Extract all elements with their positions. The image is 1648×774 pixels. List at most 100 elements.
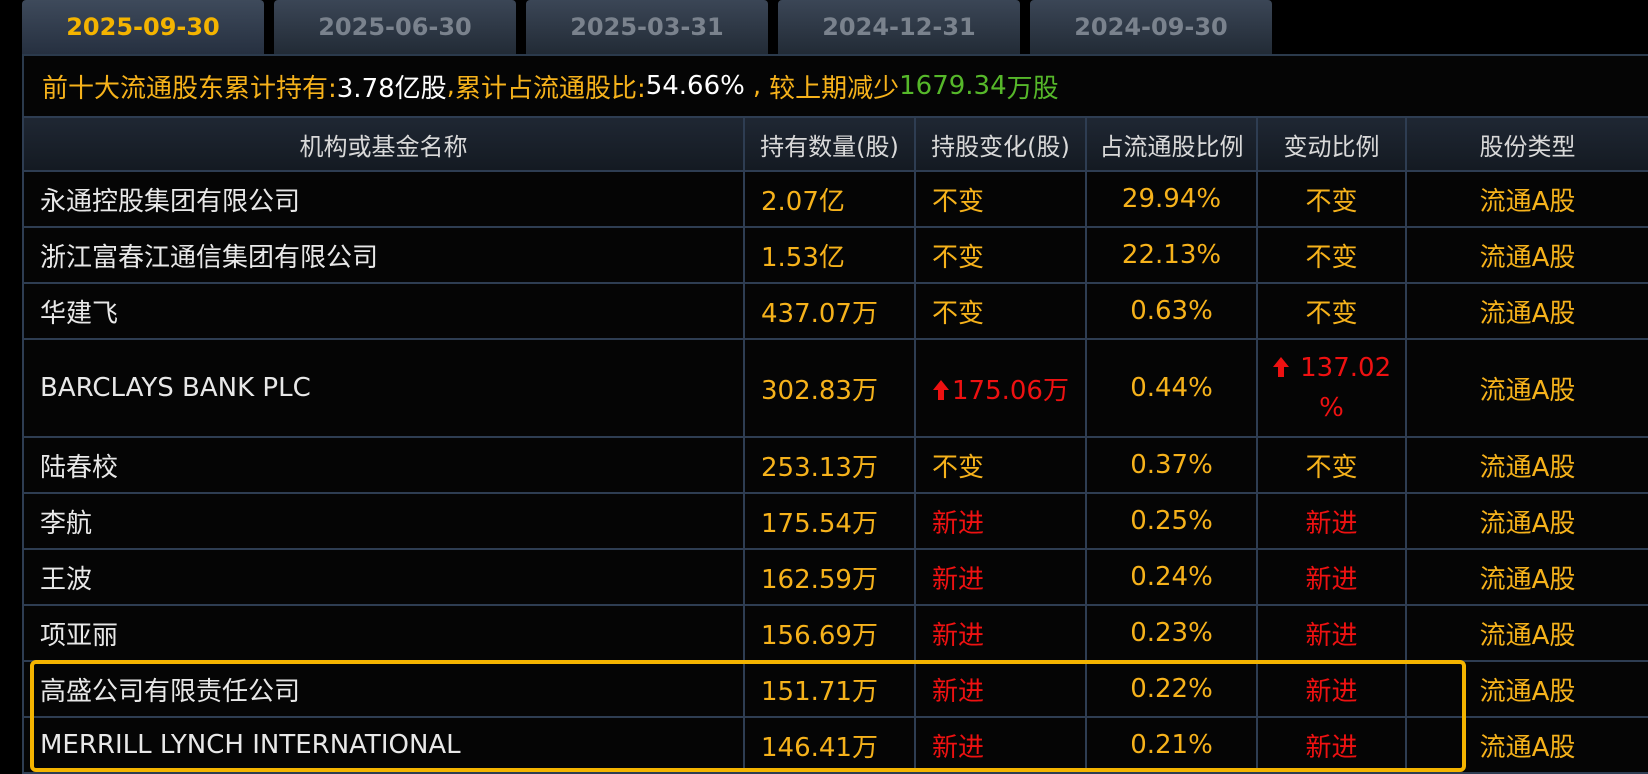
up-arrow-icon <box>1272 357 1289 377</box>
share-type: 流通A股 <box>1405 660 1648 718</box>
table-row: 王波 162.59万 新进 0.24% 新进 流通A股 <box>22 548 1648 606</box>
holding-ratio: 29.94% <box>1085 170 1258 228</box>
holder-name: 浙江富春江通信集团有限公司 <box>22 226 745 284</box>
change-ratio: 不变 <box>1256 282 1407 340</box>
summary-ratio-label: 累计占流通股比: <box>454 73 646 104</box>
holding-change: 新进 <box>914 604 1087 662</box>
share-type: 流通A股 <box>1405 436 1648 494</box>
table-row: 李航 175.54万 新进 0.25% 新进 流通A股 <box>22 492 1648 550</box>
holding-ratio: 0.21% <box>1085 716 1258 774</box>
change-ratio-value: 137.02 <box>1300 353 1392 383</box>
share-type: 流通A股 <box>1405 548 1648 606</box>
header-share-type: 股份类型 <box>1405 116 1648 172</box>
summary-hold-label: 前十大流通股东累计持有: <box>42 73 337 104</box>
share-type: 流通A股 <box>1405 492 1648 550</box>
change-ratio: 新进 <box>1256 492 1407 550</box>
summary-hold-value: 3.78亿股 <box>336 73 447 104</box>
holding-quantity: 437.07万 <box>743 282 916 340</box>
up-arrow-icon <box>933 379 949 400</box>
header-ratio: 占流通股比例 <box>1085 116 1258 172</box>
table-row: 陆春校 253.13万 不变 0.37% 不变 流通A股 <box>22 436 1648 494</box>
change-ratio: 新进 <box>1256 604 1407 662</box>
shareholder-table: 机构或基金名称 持有数量(股) 持股变化(股) 占流通股比例 变动比例 股份类型… <box>22 116 1648 774</box>
summary-bar: 前十大流通股东累计持有: 3.78亿股 , 累计占流通股比: 54.66% , … <box>22 54 1648 116</box>
summary-separator: , <box>752 71 762 101</box>
holding-quantity: 302.83万 <box>743 338 916 438</box>
tab-2025-03-31[interactable]: 2025-03-31 <box>526 0 768 54</box>
holding-change-cell: 175.06万 <box>914 338 1087 438</box>
share-type: 流通A股 <box>1405 604 1648 662</box>
summary-ratio-value: 54.66% <box>645 71 745 101</box>
tab-2025-09-30[interactable]: 2025-09-30 <box>22 0 264 54</box>
holder-name: BARCLAYS BANK PLC <box>22 338 745 438</box>
holding-change: 不变 <box>914 436 1087 494</box>
change-ratio-unit: % <box>1319 393 1344 423</box>
holding-quantity: 175.54万 <box>743 492 916 550</box>
table-row: 项亚丽 156.69万 新进 0.23% 新进 流通A股 <box>22 604 1648 662</box>
holder-name: 陆春校 <box>22 436 745 494</box>
header-change-ratio: 变动比例 <box>1256 116 1407 172</box>
table-row: 华建飞 437.07万 不变 0.63% 不变 流通A股 <box>22 282 1648 340</box>
holder-name: 项亚丽 <box>22 604 745 662</box>
holding-change: 175.06万 <box>952 375 1069 406</box>
holding-ratio: 0.25% <box>1085 492 1258 550</box>
table-row: 永通控股集团有限公司 2.07亿 不变 29.94% 不变 流通A股 <box>22 170 1648 228</box>
summary-separator: , <box>446 71 455 101</box>
holding-ratio: 0.63% <box>1085 282 1258 340</box>
change-ratio: 新进 <box>1256 548 1407 606</box>
holding-ratio: 0.24% <box>1085 548 1258 606</box>
holding-change: 新进 <box>914 492 1087 550</box>
holding-change: 新进 <box>914 716 1087 774</box>
holder-name: 华建飞 <box>22 282 745 340</box>
change-ratio-cell: 137.02 % <box>1256 338 1407 438</box>
table-row: 浙江富春江通信集团有限公司 1.53亿 不变 22.13% 不变 流通A股 <box>22 226 1648 284</box>
holding-quantity: 2.07亿 <box>743 170 916 228</box>
tab-2025-06-30[interactable]: 2025-06-30 <box>274 0 516 54</box>
holder-name: MERRILL LYNCH INTERNATIONAL <box>22 716 745 774</box>
share-type: 流通A股 <box>1405 716 1648 774</box>
holder-name: 高盛公司有限责任公司 <box>22 660 745 718</box>
table-row: 高盛公司有限责任公司 151.71万 新进 0.22% 新进 流通A股 <box>22 660 1648 718</box>
table-header-row: 机构或基金名称 持有数量(股) 持股变化(股) 占流通股比例 变动比例 股份类型 <box>22 116 1648 172</box>
change-ratio: 不变 <box>1256 226 1407 284</box>
holding-change: 新进 <box>914 548 1087 606</box>
holding-change: 不变 <box>914 170 1087 228</box>
shareholder-panel: 2025-09-30 2025-06-30 2025-03-31 2024-12… <box>0 0 1648 774</box>
summary-change-value: 1679.34 <box>899 71 1007 101</box>
table-row: MERRILL LYNCH INTERNATIONAL 146.41万 新进 0… <box>22 716 1648 774</box>
change-ratio: 不变 <box>1256 170 1407 228</box>
holding-quantity: 1.53亿 <box>743 226 916 284</box>
share-type: 流通A股 <box>1405 170 1648 228</box>
table-row: BARCLAYS BANK PLC 302.83万 175.06万 0.44% … <box>22 338 1648 438</box>
holder-name: 王波 <box>22 548 745 606</box>
change-ratio: 新进 <box>1256 660 1407 718</box>
share-type: 流通A股 <box>1405 338 1648 438</box>
holder-name: 永通控股集团有限公司 <box>22 170 745 228</box>
period-tabs: 2025-09-30 2025-06-30 2025-03-31 2024-12… <box>22 0 1272 54</box>
holding-change: 新进 <box>914 660 1087 718</box>
holding-change: 不变 <box>914 226 1087 284</box>
holder-name: 李航 <box>22 492 745 550</box>
change-ratio: 新进 <box>1256 716 1407 774</box>
holding-quantity: 253.13万 <box>743 436 916 494</box>
header-change: 持股变化(股) <box>914 116 1087 172</box>
summary-change-unit: 万股 <box>1006 73 1059 104</box>
holding-ratio: 0.23% <box>1085 604 1258 662</box>
share-type: 流通A股 <box>1405 282 1648 340</box>
summary-change-label: 较上期减少 <box>769 73 900 104</box>
holding-ratio: 22.13% <box>1085 226 1258 284</box>
share-type: 流通A股 <box>1405 226 1648 284</box>
header-name: 机构或基金名称 <box>22 116 745 172</box>
header-quantity: 持有数量(股) <box>743 116 916 172</box>
holding-ratio: 0.37% <box>1085 436 1258 494</box>
holding-ratio: 0.22% <box>1085 660 1258 718</box>
tab-2024-12-31[interactable]: 2024-12-31 <box>778 0 1020 54</box>
holding-quantity: 151.71万 <box>743 660 916 718</box>
holding-ratio: 0.44% <box>1085 338 1258 438</box>
holding-quantity: 146.41万 <box>743 716 916 774</box>
holding-quantity: 162.59万 <box>743 548 916 606</box>
change-ratio: 不变 <box>1256 436 1407 494</box>
holding-quantity: 156.69万 <box>743 604 916 662</box>
holding-change: 不变 <box>914 282 1087 340</box>
tab-2024-09-30[interactable]: 2024-09-30 <box>1030 0 1272 54</box>
